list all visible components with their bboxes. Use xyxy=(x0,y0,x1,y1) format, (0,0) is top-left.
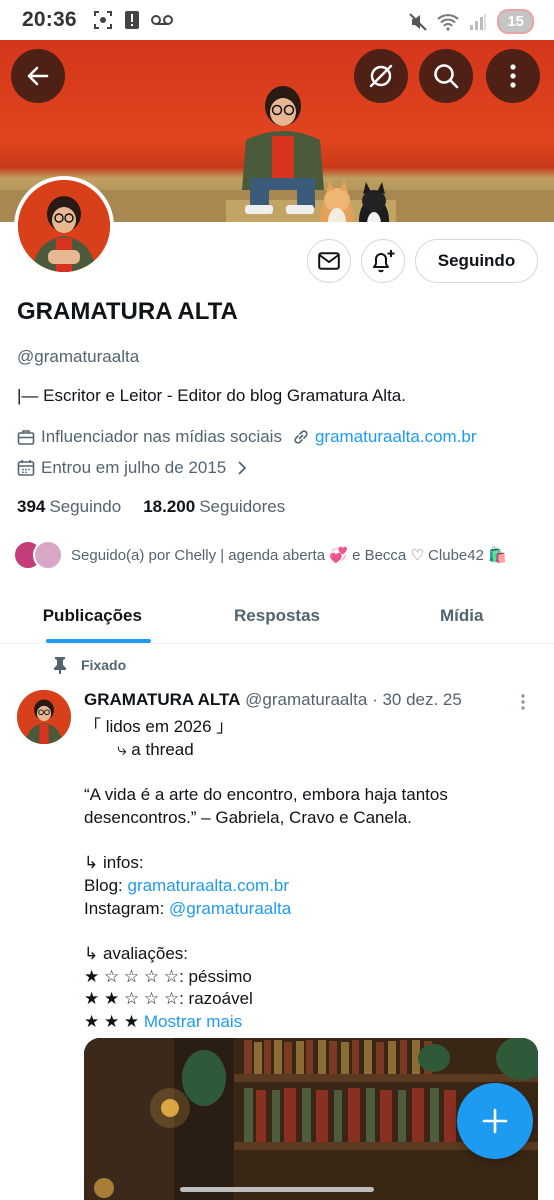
grok-button[interactable] xyxy=(354,49,408,103)
post-line: Blog: gramaturaalta.com.br xyxy=(84,875,448,898)
arrow-left-icon xyxy=(27,66,49,86)
following-count: 394 xyxy=(17,497,46,516)
instagram-label: Instagram: xyxy=(84,898,170,918)
alert-icon xyxy=(124,11,139,29)
blog-link[interactable]: gramaturaalta.com.br xyxy=(127,876,289,895)
notify-button[interactable] xyxy=(361,239,405,283)
post-header: GRAMATURA ALTA @gramaturaalta · 30 dez. … xyxy=(84,690,462,710)
voicemail-icon xyxy=(150,15,173,25)
followers-stat[interactable]: 18.200 Seguidores xyxy=(143,497,285,517)
post-body: 「 lidos em 2026 」 ⤷ a thread “A vida é a… xyxy=(84,716,448,1034)
following-button[interactable]: Seguindo xyxy=(415,239,538,283)
follower-avatar xyxy=(33,540,63,570)
search-button[interactable] xyxy=(419,49,473,103)
followers-label: Seguidores xyxy=(199,497,286,516)
chevron-right-icon xyxy=(238,461,247,475)
rating-3-stars: ★ ★ ★ xyxy=(84,1011,144,1031)
tab-replies[interactable]: Respostas xyxy=(185,588,370,643)
blog-label: Blog: xyxy=(84,875,128,895)
plus-icon xyxy=(482,1108,508,1134)
followers-count: 18.200 xyxy=(143,497,196,516)
status-time: 20:36 xyxy=(22,8,77,31)
pin-icon xyxy=(54,657,66,674)
tab-media[interactable]: Mídia xyxy=(369,588,554,643)
tab-posts[interactable]: Publicações xyxy=(0,588,185,643)
profile-category: Influenciador nas mídias sociais xyxy=(41,427,282,446)
tab-label: Mídia xyxy=(439,605,484,625)
mail-icon xyxy=(318,252,340,270)
avatar-illustration xyxy=(18,180,110,272)
post-line: “A vida é a arte do encontro, embora haj… xyxy=(84,785,448,805)
bell-plus-icon xyxy=(373,250,395,273)
follow-stats: 394 Seguindo 18.200 Seguidores xyxy=(17,497,285,517)
post-date[interactable]: · 30 dez. 25 xyxy=(372,690,462,709)
post-line: 「 lidos em 2026 」 xyxy=(84,717,234,736)
more-vertical-icon xyxy=(510,64,516,88)
post-line: ↳ infos: xyxy=(84,853,144,873)
compose-button[interactable] xyxy=(457,1083,533,1159)
post-author-handle[interactable]: @gramaturaalta xyxy=(245,690,367,709)
wifi-icon xyxy=(437,13,459,31)
pinned-label: Fixado xyxy=(53,656,126,674)
search-icon xyxy=(434,64,459,89)
link-icon xyxy=(294,430,308,444)
calendar-icon xyxy=(17,460,35,476)
more-vertical-icon xyxy=(521,694,525,710)
joined-row[interactable]: Entrou em julho de 2015 xyxy=(17,458,248,478)
post-line: ★ ☆ ☆ ☆ ☆: péssimo xyxy=(84,966,252,986)
following-stat[interactable]: 394 Seguindo xyxy=(17,497,121,517)
profile-name: GRAMATURA ALTA xyxy=(17,298,238,325)
post-avatar-illustration xyxy=(17,690,71,744)
post-line: ↳ avaliações: xyxy=(84,943,189,963)
message-button[interactable] xyxy=(307,239,351,283)
profile-handle: @gramaturaalta xyxy=(17,347,140,366)
home-indicator[interactable] xyxy=(180,1187,374,1192)
active-tab-indicator xyxy=(46,639,151,643)
tab-label: Respostas xyxy=(234,605,320,625)
briefcase-icon xyxy=(17,430,35,445)
post-author-avatar[interactable] xyxy=(17,690,71,744)
post-line: desencontros.” – Gabriela, Cravo e Canel… xyxy=(84,807,412,827)
signal-icon xyxy=(470,13,487,30)
followed-by-text: Seguido(a) por Chelly | agenda aberta 💞 … xyxy=(71,547,507,564)
mute-icon xyxy=(409,12,428,31)
profile-tabs: Publicações Respostas Mídia xyxy=(0,588,554,644)
grok-icon xyxy=(369,64,393,88)
tab-label: Publicações xyxy=(42,605,142,625)
followed-by[interactable]: Seguido(a) por Chelly | agenda aberta 💞 … xyxy=(13,540,507,570)
profile-avatar[interactable] xyxy=(14,176,114,276)
screenshot-icon xyxy=(93,11,112,29)
post-author-name[interactable]: GRAMATURA ALTA xyxy=(84,690,240,709)
website-link[interactable]: gramaturaalta.com.br xyxy=(315,427,477,447)
instagram-link[interactable]: @gramaturaalta xyxy=(169,899,291,918)
more-options-button[interactable] xyxy=(486,49,540,103)
post-line: ⤷ a thread xyxy=(84,739,194,759)
post-line: ★ ★ ☆ ☆ ☆: razoável xyxy=(84,989,253,1009)
status-bar: 20:36 15 xyxy=(0,0,554,40)
battery-indicator: 15 xyxy=(497,9,534,34)
post-line: ★ ★ ★ Mostrar mais xyxy=(84,1011,448,1034)
post-more-button[interactable] xyxy=(520,693,526,716)
profile-bio: |— Escritor e Leitor - Editor do blog Gr… xyxy=(17,386,406,405)
profile-meta-row: Influenciador nas mídias sociais gramatu… xyxy=(17,427,477,447)
back-button[interactable] xyxy=(11,49,65,103)
show-more-link[interactable]: Mostrar mais xyxy=(144,1012,242,1031)
joined-date: Entrou em julho de 2015 xyxy=(41,458,227,477)
following-label: Seguindo xyxy=(49,497,122,516)
post-line: Instagram: @gramaturaalta xyxy=(84,898,448,921)
pinned-text: Fixado xyxy=(81,657,127,673)
